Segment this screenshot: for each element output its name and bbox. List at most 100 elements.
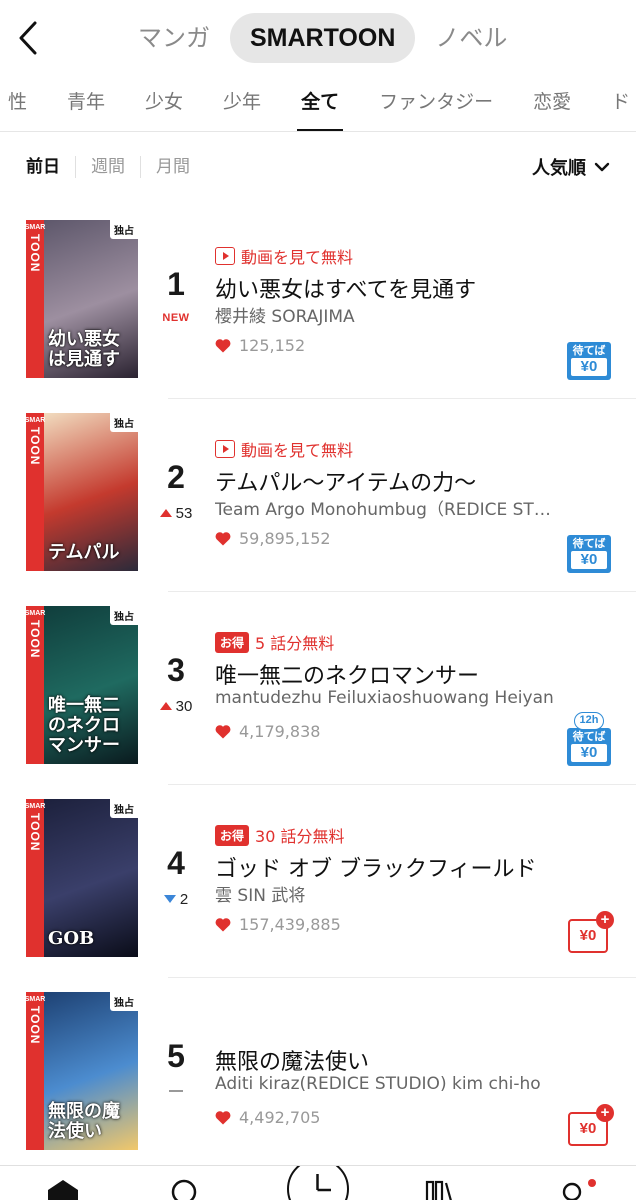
wait-price: ¥0 xyxy=(571,744,607,762)
coin-price: ¥0 xyxy=(579,1120,597,1137)
item-title[interactable]: テムパル〜アイテムの力〜 xyxy=(215,465,575,497)
like-count-value: 4,179,838 xyxy=(239,722,321,741)
plus-icon: + xyxy=(596,911,614,929)
rank-change xyxy=(150,1084,202,1101)
genre-tab-bar: 性 青年 少女 少年 全て ファンタジー 恋愛 ド xyxy=(0,76,636,132)
nav-mypage[interactable] xyxy=(558,1178,598,1200)
genre-tab[interactable]: ファンタジー xyxy=(359,76,513,131)
badge-main-text: TOON xyxy=(28,427,42,466)
item-author: Team Argo Monohumbug（REDICE STUDIO） xyxy=(215,500,560,520)
like-count: 4,492,705 xyxy=(215,1108,320,1127)
deal-badge: お得 xyxy=(215,824,250,846)
rank-number: 1 xyxy=(167,266,185,302)
like-count: 125,152 xyxy=(215,336,305,355)
genre-tab[interactable]: 少年 xyxy=(203,76,281,131)
nav-bookshelf[interactable] xyxy=(424,1178,458,1200)
ranking-item[interactable]: SMAR TOON 独占 GOB 4 2 お得 30 話分無料ゴッド オブ ブラックフ… xyxy=(0,785,636,978)
cover-title-art: GOB xyxy=(48,928,95,949)
like-count: 4,179,838 xyxy=(215,722,320,741)
rank-number: 4 xyxy=(167,845,185,881)
cover-image[interactable]: SMAR TOON 独占 幼い悪女は見通す xyxy=(26,220,138,378)
period-tab-weekly[interactable]: 週間 xyxy=(75,156,140,178)
genre-tab-all[interactable]: 全て xyxy=(281,76,359,131)
promo-text: 動画を見て無料 xyxy=(241,248,354,267)
bookshelf-icon xyxy=(425,1180,452,1200)
plus-icon: + xyxy=(596,1104,614,1122)
cover-image[interactable]: SMAR TOON 独占 無限の魔法使い xyxy=(26,992,138,1150)
ranking-item[interactable]: SMAR TOON 独占 無限の魔法使い 5 無限の魔法使い Aditi kiraz… xyxy=(0,978,636,1171)
promo-label: 動画を見て無料 xyxy=(215,244,353,268)
coin-price: ¥0 xyxy=(579,927,597,944)
smartoon-badge: SMAR TOON xyxy=(26,799,45,957)
like-count: 157,439,885 xyxy=(215,915,341,934)
nav-home[interactable] xyxy=(46,1178,80,1200)
exclusive-badge: 独占 xyxy=(110,992,138,1011)
item-title[interactable]: 幼い悪女はすべてを見通す xyxy=(215,272,575,304)
wait-label: 待てば xyxy=(572,345,606,357)
wait-free-badge: 待てば ¥0 xyxy=(567,728,611,766)
ranking-item[interactable]: SMAR TOON 独占 テムパル 2 53 動画を見て無料 テムパル〜アイテムの力〜… xyxy=(0,399,636,592)
period-tab-daily[interactable]: 前日 xyxy=(26,156,75,178)
coin-price-badge: ¥0 + xyxy=(568,911,614,953)
heart-icon xyxy=(215,918,231,932)
cover-title-art: 唯一無二のネクロマンサー xyxy=(48,695,120,756)
item-title[interactable]: ゴッド オブ ブラックフィールド xyxy=(215,851,575,883)
ranking-item[interactable]: SMAR TOON 独占 幼い悪女は見通す 1 NEW 動画を見て無料幼い悪女はすべ… xyxy=(0,206,636,399)
rank-number: 3 xyxy=(167,652,185,688)
tab-manga[interactable]: マンガ xyxy=(118,13,230,63)
promo-label: 動画を見て無料 xyxy=(215,437,353,461)
smartoon-badge: SMAR TOON xyxy=(26,606,45,764)
wait-label: 待てば xyxy=(572,731,606,743)
coin-price-badge: ¥0 + xyxy=(568,1104,614,1146)
badge-main-text: TOON xyxy=(28,620,42,659)
play-video-icon xyxy=(215,440,235,458)
cover-title-art: 無限の魔法使い xyxy=(48,1101,120,1142)
rank-down-icon xyxy=(163,895,176,903)
rank-change: 30 xyxy=(150,698,202,715)
deal-badge: お得 xyxy=(215,631,250,653)
promo-text: 30 話分無料 xyxy=(255,827,345,846)
back-button[interactable] xyxy=(10,18,46,58)
chevron-left-icon xyxy=(19,21,37,55)
wait-price: ¥0 xyxy=(571,358,607,376)
genre-tab[interactable]: 青年 xyxy=(47,76,125,131)
item-author: 雲 SIN 武将 xyxy=(215,886,306,906)
genre-tab[interactable]: ド xyxy=(591,76,636,131)
rank-number: 2 xyxy=(167,459,185,495)
ranking-filter-row: 前日 週間 月間 人気順 xyxy=(0,132,636,206)
genre-tab[interactable]: 少女 xyxy=(125,76,203,131)
genre-tab[interactable]: 性 xyxy=(0,76,47,131)
wait-free-badge: 待てば ¥0 xyxy=(567,535,611,573)
item-author: 櫻井綾 SORAJIMA xyxy=(215,307,355,327)
ranking-item[interactable]: SMAR TOON 独占 唯一無二のネクロマンサー 3 30 お得 5 話分無料唯一無… xyxy=(0,592,636,785)
nav-search[interactable] xyxy=(170,1178,200,1200)
nav-clock[interactable] xyxy=(287,1166,349,1200)
sort-dropdown[interactable]: 人気順 xyxy=(532,154,610,180)
rank-change-value: 2 xyxy=(179,891,189,908)
cover-image[interactable]: SMAR TOON 独占 テムパル xyxy=(26,413,138,571)
like-count-value: 157,439,885 xyxy=(239,915,341,934)
promo-label: お得 30 話分無料 xyxy=(215,823,344,847)
exclusive-badge: 独占 xyxy=(110,606,138,625)
period-tabs: 前日 週間 月間 xyxy=(26,156,205,178)
cover-title-art: 幼い悪女は見通す xyxy=(48,329,120,370)
period-tab-monthly[interactable]: 月間 xyxy=(140,156,205,178)
badge-main-text: TOON xyxy=(28,234,42,273)
smartoon-badge: SMAR TOON xyxy=(26,992,45,1150)
item-title[interactable]: 無限の魔法使い xyxy=(215,1044,575,1076)
cover-image[interactable]: SMAR TOON 独占 唯一無二のネクロマンサー xyxy=(26,606,138,764)
promo-label: お得 5 話分無料 xyxy=(215,630,334,654)
rank-change-new: NEW xyxy=(162,312,190,324)
cover-image[interactable]: SMAR TOON 独占 GOB xyxy=(26,799,138,957)
content-type-tabs: マンガ SMARTOON ノベル xyxy=(118,13,527,63)
like-count-value: 125,152 xyxy=(239,336,306,355)
rank-up-icon xyxy=(159,702,172,710)
item-title[interactable]: 唯一無二のネクロマンサー xyxy=(215,658,575,690)
tab-novel[interactable]: ノベル xyxy=(415,13,527,63)
tab-smartoon[interactable]: SMARTOON xyxy=(230,13,416,63)
genre-tab[interactable]: 恋愛 xyxy=(513,76,591,131)
ranking-list: SMAR TOON 独占 幼い悪女は見通す 1 NEW 動画を見て無料 幼い悪女はすべ… xyxy=(0,206,636,1171)
badge-top-text: SMAR xyxy=(26,417,46,424)
like-count-value: 4,492,705 xyxy=(239,1108,321,1127)
badge-main-text: TOON xyxy=(28,813,42,852)
